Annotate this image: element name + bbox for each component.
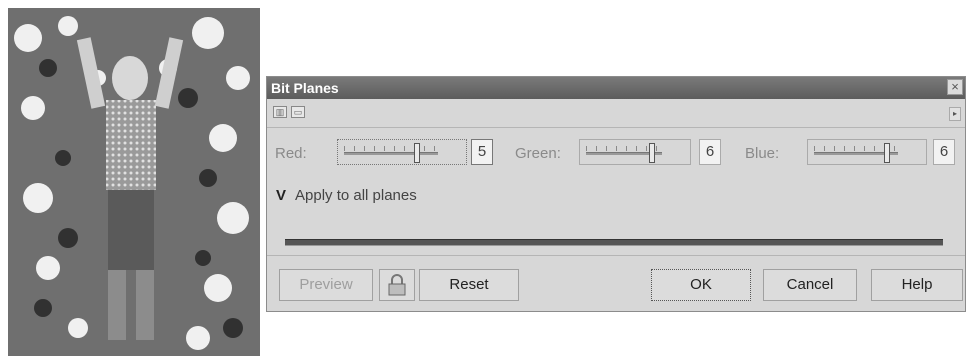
red-value-field[interactable]: 5: [471, 139, 493, 165]
dialog-titlebar[interactable]: Bit Planes ×: [267, 77, 965, 99]
close-icon[interactable]: ×: [947, 79, 963, 95]
blue-label: Blue:: [745, 145, 780, 162]
red-label: Red:: [275, 145, 307, 162]
lock-button[interactable]: [379, 269, 415, 301]
red-slider[interactable]: [337, 139, 467, 165]
red-slider-thumb[interactable]: [414, 143, 421, 163]
green-slider[interactable]: [579, 139, 691, 165]
blue-slider[interactable]: [807, 139, 927, 165]
apply-all-checkbox[interactable]: V: [276, 187, 286, 204]
progress-bar: [285, 239, 943, 246]
apply-all-label: Apply to all planes: [295, 187, 417, 204]
green-label: Green:: [515, 145, 561, 162]
dialog-toolbar: ▥ ▭ ▸: [267, 99, 965, 128]
preview-button[interactable]: Preview: [279, 269, 373, 301]
red-slider-track: [344, 152, 438, 155]
divider: [267, 255, 965, 256]
reset-button[interactable]: Reset: [419, 269, 519, 301]
lock-icon: [388, 274, 406, 296]
split-view-icon[interactable]: ▥: [273, 106, 287, 118]
expand-arrow-icon[interactable]: ▸: [949, 107, 961, 121]
ok-button[interactable]: OK: [651, 269, 751, 301]
blue-slider-thumb[interactable]: [884, 143, 891, 163]
blue-value-field[interactable]: 6: [933, 139, 955, 165]
single-view-icon[interactable]: ▭: [291, 106, 305, 118]
green-slider-thumb[interactable]: [649, 143, 655, 163]
dialog-title: Bit Planes: [271, 80, 339, 96]
cancel-button[interactable]: Cancel: [763, 269, 857, 301]
green-value-field[interactable]: 6: [699, 139, 721, 165]
help-button[interactable]: Help: [871, 269, 963, 301]
photo-preview: [8, 8, 260, 356]
red-slider-ticks: [344, 146, 438, 151]
photo-image: [8, 8, 260, 356]
bit-planes-dialog: Bit Planes × ▥ ▭ ▸ Red: 5 Green: 6 Blue:…: [266, 76, 966, 312]
